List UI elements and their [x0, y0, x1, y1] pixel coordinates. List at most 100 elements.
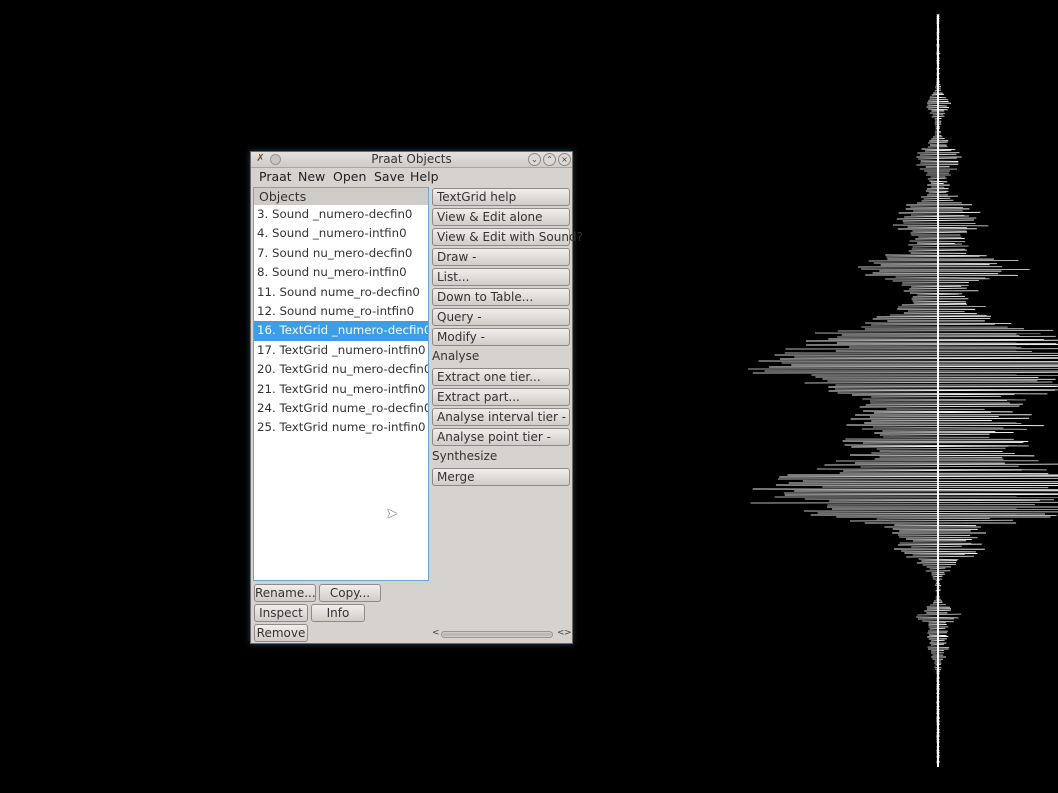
- menu-help[interactable]: Help: [410, 168, 439, 185]
- list-item[interactable]: 17. TextGrid _numero-intfin0: [254, 341, 428, 360]
- waveform-stroke: [869, 415, 999, 418]
- waveform-stroke: [814, 332, 1041, 335]
- waveform-stroke: [876, 315, 991, 318]
- close-icon[interactable]: ×: [558, 153, 571, 166]
- waveform-stroke: [912, 300, 966, 303]
- waveform-stroke: [804, 498, 1055, 501]
- list-item[interactable]: 7. Sound nu_mero-decfin0: [254, 244, 428, 263]
- waveform-stroke: [804, 381, 1053, 384]
- waveform-stroke: [886, 255, 980, 258]
- list-item[interactable]: 24. TextGrid nume_ro-decfin0: [254, 399, 428, 418]
- list-item[interactable]: 20. TextGrid nu_mero-decfin0: [254, 360, 428, 379]
- list-item[interactable]: 16. TextGrid _numero-decfin0: [254, 321, 428, 341]
- waveform-stroke: [865, 403, 1023, 406]
- scrollbar-track[interactable]: [441, 631, 553, 638]
- waveform-stroke: [839, 472, 1049, 475]
- copy-button[interactable]: Copy...: [319, 584, 381, 602]
- window-title: Praat Objects: [371, 152, 452, 166]
- query-button[interactable]: Query -: [432, 308, 570, 326]
- waveform-stroke: [817, 512, 1045, 515]
- waveform-stroke: [876, 447, 1006, 450]
- waveform-stroke: [915, 237, 965, 240]
- waveform-stroke: [917, 613, 962, 616]
- remove-button[interactable]: Remove: [254, 624, 308, 642]
- waveform-stroke: [895, 276, 986, 279]
- waveform-stroke: [936, 13, 940, 16]
- waveform-stroke: [907, 310, 965, 313]
- waveform-stroke: [851, 445, 1009, 448]
- minimize-icon[interactable]: ⌄: [528, 153, 541, 166]
- analyse-interval-tier-button[interactable]: Analyse interval tier -: [432, 408, 570, 426]
- waveform-stroke: [894, 524, 977, 527]
- merge-button[interactable]: Merge: [432, 468, 570, 486]
- rename-button[interactable]: Rename...: [254, 584, 316, 602]
- waveform-stroke: [829, 499, 1040, 502]
- waveform-stroke: [908, 243, 962, 246]
- waveform-stroke: [903, 312, 977, 315]
- list-item[interactable]: 3. Sound _numero-decfin0: [254, 205, 428, 224]
- waveform-stroke: [846, 424, 1044, 427]
- waveform-stroke: [769, 365, 1058, 368]
- waveform-stroke: [835, 388, 1058, 391]
- maximize-icon[interactable]: ⌃: [543, 153, 556, 166]
- waveform-stroke: [758, 360, 1058, 363]
- waveform-stroke: [837, 335, 1056, 338]
- modify-button[interactable]: Modify -: [432, 328, 570, 346]
- list-item[interactable]: 12. Sound nume_ro-intfin0: [254, 302, 428, 321]
- waveform-stroke: [788, 482, 1058, 485]
- objects-list-header: Objects: [254, 188, 428, 205]
- menu-open[interactable]: Open: [333, 168, 366, 185]
- waveform-stroke: [904, 215, 969, 218]
- waveform-stroke: [911, 545, 962, 548]
- waveform-stroke: [910, 206, 963, 209]
- info-button[interactable]: Info: [311, 604, 365, 622]
- waveform-stroke: [752, 371, 1058, 374]
- waveform-stroke: [876, 517, 990, 520]
- objects-list[interactable]: Objects 3. Sound _numero-decfin0 4. Sound…: [253, 187, 429, 581]
- waveform-stroke: [860, 465, 1019, 468]
- waveform-stroke: [806, 343, 1058, 346]
- menu-save[interactable]: Save: [374, 168, 405, 185]
- inspect-button[interactable]: Inspect: [254, 604, 308, 622]
- draw-button[interactable]: Draw -: [432, 248, 570, 266]
- waveform-stroke: [879, 433, 990, 436]
- waveform-stroke: [897, 543, 982, 546]
- view-edit-alone-button[interactable]: View & Edit alone: [432, 208, 570, 226]
- down-to-table-button[interactable]: Down to Table...: [432, 288, 570, 306]
- waveform-stroke: [849, 519, 1013, 522]
- menu-praat[interactable]: Praat: [259, 168, 292, 185]
- textgrid-help-button[interactable]: TextGrid help: [432, 188, 570, 206]
- waveform-stroke: [850, 417, 1030, 420]
- waveform-stroke: [892, 224, 989, 227]
- waveform-stroke: [892, 279, 979, 282]
- waveform-stroke: [874, 431, 1014, 434]
- actions-horizontal-scrollbar[interactable]: < < >: [432, 628, 572, 640]
- list-item[interactable]: 25. TextGrid nume_ro-intfin0: [254, 418, 428, 437]
- waveform-stroke: [911, 285, 962, 288]
- waveform-stroke: [920, 195, 959, 198]
- list-item[interactable]: 11. Sound nume_ro-decfin0: [254, 283, 428, 302]
- scroll-right-icon[interactable]: >: [564, 628, 572, 638]
- waveform-stroke: [783, 492, 1058, 495]
- waveform-stroke: [802, 480, 1058, 483]
- analyse-point-tier-button[interactable]: Analyse point tier -: [432, 428, 570, 446]
- waveform-stroke: [859, 405, 1020, 408]
- waveform-stroke: [868, 259, 1019, 262]
- analyse-section-label: Analyse: [432, 349, 480, 363]
- waveform-stroke: [851, 393, 1015, 396]
- waveform-stroke: [906, 555, 974, 558]
- scroll-left-icon[interactable]: <: [432, 628, 440, 638]
- view-edit-with-sound-button[interactable]: View & Edit with Sound?: [432, 228, 583, 246]
- waveform-stroke: [922, 563, 956, 566]
- list-item[interactable]: 21. TextGrid nu_mero-intfin0: [254, 380, 428, 399]
- title-bar[interactable]: ✗ Praat Objects ⌄ ⌃ ×: [251, 152, 572, 168]
- synthesize-section-label: Synthesize: [432, 449, 498, 463]
- menu-new[interactable]: New: [298, 168, 325, 185]
- extract-part-button[interactable]: Extract part...: [432, 388, 570, 406]
- waveform-stroke: [837, 329, 1054, 332]
- list-item[interactable]: 8. Sound nu_mero-intfin0: [254, 263, 428, 282]
- list-button[interactable]: List...: [432, 268, 570, 286]
- scrollbar-thumb[interactable]: [443, 633, 551, 636]
- extract-one-tier-button[interactable]: Extract one tier...: [432, 368, 570, 386]
- list-item[interactable]: 4. Sound _numero-intfin0: [254, 224, 428, 243]
